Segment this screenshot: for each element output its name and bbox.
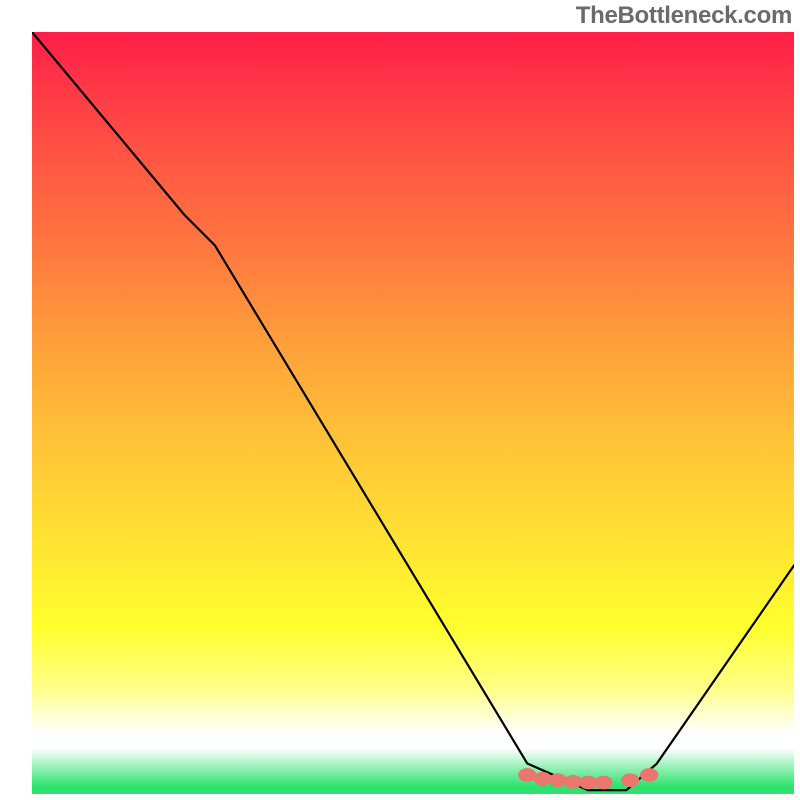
- optimum-marker: [594, 776, 612, 790]
- optimum-marker: [621, 773, 639, 787]
- watermark-text: TheBottleneck.com: [576, 2, 792, 30]
- marker-layer: [32, 32, 794, 794]
- optimum-marker: [640, 768, 658, 782]
- figure: TheBottleneck.com: [0, 0, 800, 800]
- plot-area: [32, 32, 794, 794]
